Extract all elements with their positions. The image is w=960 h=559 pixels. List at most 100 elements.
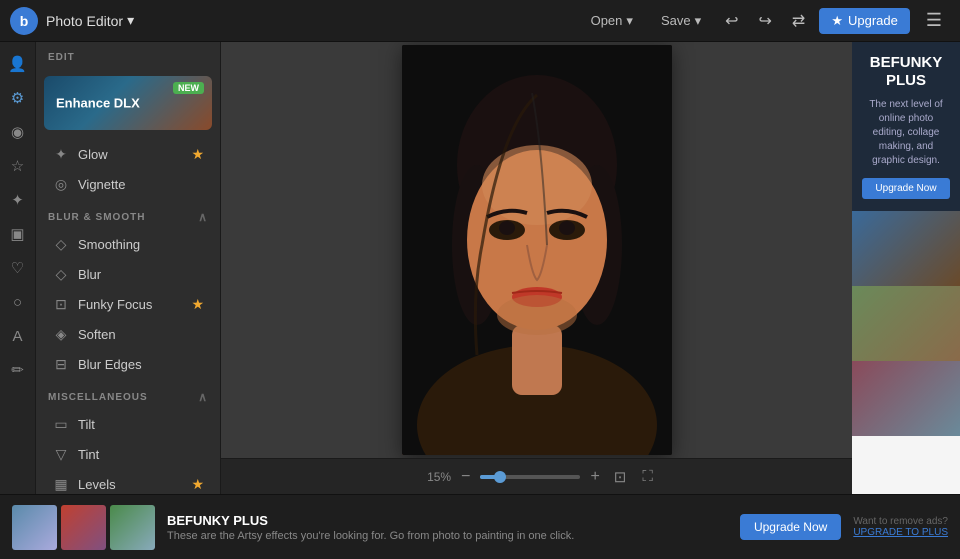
soften-item[interactable]: ◈ Soften <box>40 320 216 349</box>
glow-badge: ★ <box>191 146 204 163</box>
blur-label: Blur <box>78 267 101 282</box>
vignette-item[interactable]: ◎ Vignette <box>40 170 216 199</box>
upgrade-label: Upgrade <box>848 13 898 28</box>
menu-button[interactable]: ☰ <box>918 6 950 35</box>
upgrade-button[interactable]: ★ Upgrade <box>819 8 910 34</box>
blur-edges-label: Blur Edges <box>78 357 142 372</box>
redo-button[interactable]: ↪ <box>753 7 778 35</box>
zoom-percent: 15% <box>416 470 451 484</box>
glow-item[interactable]: ✦ Glow ★ <box>40 140 216 169</box>
canvas-container[interactable] <box>221 42 852 458</box>
zoom-slider-thumb <box>494 471 506 483</box>
rotate-button[interactable]: ⇄ <box>786 7 811 35</box>
bottom-ad-thumbnails <box>12 505 155 550</box>
icon-effects-button[interactable]: ✦ <box>4 186 32 214</box>
tilt-icon: ▭ <box>52 416 70 433</box>
ad-main-title: BEFUNKY PLUS <box>862 54 950 90</box>
title-dropdown-icon: ▾ <box>127 12 134 29</box>
upgrade-to-plus-link[interactable]: UPGRADE TO PLUS <box>853 527 948 538</box>
topbar: b Photo Editor ▾ Open ▾ Save ▾ ↩ ↪ ⇄ ★ U… <box>0 0 960 42</box>
icon-person-button[interactable]: 👤 <box>4 50 32 78</box>
zoom-minus-button[interactable]: − <box>459 468 472 486</box>
funky-focus-label: Funky Focus <box>78 297 152 312</box>
glow-icon: ✦ <box>52 146 70 163</box>
levels-label: Levels <box>78 477 116 492</box>
miscellaneous-section-title: MISCELLANEOUS ∧ <box>36 380 220 409</box>
zoom-plus-button[interactable]: + <box>588 468 601 486</box>
tint-label: Tint <box>78 447 99 462</box>
ad-main: BEFUNKY PLUS The next level of online ph… <box>852 42 960 211</box>
smoothing-icon: ◇ <box>52 236 70 253</box>
remove-ads-text: Want to remove ads? <box>853 516 948 527</box>
blur-icon: ◇ <box>52 266 70 283</box>
photo-frame <box>402 45 672 455</box>
misc-collapse-icon[interactable]: ∧ <box>198 390 208 404</box>
soften-icon: ◈ <box>52 326 70 343</box>
ad-upgrade-button[interactable]: Upgrade Now <box>862 178 950 199</box>
zoom-slider[interactable] <box>480 475 580 479</box>
tint-icon: ▽ <box>52 446 70 463</box>
blur-edges-icon: ⊟ <box>52 356 70 373</box>
icon-layers-button[interactable]: ▣ <box>4 220 32 248</box>
photo-svg <box>402 45 672 455</box>
bottom-upgrade-button[interactable]: Upgrade Now <box>740 514 841 540</box>
smoothing-item[interactable]: ◇ Smoothing <box>40 230 216 259</box>
levels-item[interactable]: ▦ Levels ★ <box>40 470 216 494</box>
edit-section-title: EDIT <box>36 42 220 68</box>
tint-item[interactable]: ▽ Tint <box>40 440 216 469</box>
icon-bar: 👤 ⚙ ◉ ☆ ✦ ▣ ♡ ○ A ✏ <box>0 42 36 494</box>
ad-thumb-1 <box>12 505 57 550</box>
app-title: Photo Editor ▾ <box>46 12 134 29</box>
bottom-ad-bar: BEFUNKY PLUS These are the Artsy effects… <box>0 494 960 559</box>
open-button[interactable]: Open ▾ <box>581 9 643 33</box>
open-label: Open <box>591 13 623 28</box>
ad-main-desc: The next level of online photo editing, … <box>862 98 950 168</box>
ad-thumb-3 <box>110 505 155 550</box>
bottom-ad-title: BEFUNKY PLUS <box>167 513 728 528</box>
save-label: Save <box>661 13 691 28</box>
blur-edges-item[interactable]: ⊟ Blur Edges <box>40 350 216 379</box>
icon-star-button[interactable]: ☆ <box>4 152 32 180</box>
soften-label: Soften <box>78 327 116 342</box>
levels-badge: ★ <box>191 476 204 493</box>
funky-focus-badge: ★ <box>191 296 204 313</box>
save-button[interactable]: Save ▾ <box>651 9 711 33</box>
undo-button[interactable]: ↩ <box>719 7 744 35</box>
icon-sliders-button[interactable]: ⚙ <box>4 84 32 112</box>
funky-focus-item[interactable]: ⊡ Funky Focus ★ <box>40 290 216 319</box>
bottom-ad-right: Want to remove ads? UPGRADE TO PLUS <box>853 516 948 538</box>
ad-thumb-2 <box>61 505 106 550</box>
ad-image-1 <box>852 211 960 286</box>
fit-screen-button[interactable]: ⊡ <box>610 466 631 488</box>
icon-shape-button[interactable]: ○ <box>4 288 32 316</box>
bottom-ad-desc: These are the Artsy effects you're looki… <box>167 530 728 542</box>
zoom-bar: 15% − + ⊡ ⛶ <box>221 458 852 494</box>
tilt-label: Tilt <box>78 417 95 432</box>
open-dropdown-icon: ▾ <box>626 13 633 29</box>
tilt-item[interactable]: ▭ Tilt <box>40 410 216 439</box>
canvas-area: 15% − + ⊡ ⛶ <box>221 42 852 494</box>
blur-item[interactable]: ◇ Blur <box>40 260 216 289</box>
smoothing-label: Smoothing <box>78 237 140 252</box>
ad-image-3 <box>852 361 960 436</box>
icon-brush-button[interactable]: ✏ <box>4 356 32 384</box>
icon-text-button[interactable]: A <box>4 322 32 350</box>
funky-focus-icon: ⊡ <box>52 296 70 313</box>
levels-icon: ▦ <box>52 476 70 493</box>
blur-smooth-collapse-icon[interactable]: ∧ <box>198 210 208 224</box>
vignette-icon: ◎ <box>52 176 70 193</box>
glow-label: Glow <box>78 147 108 162</box>
side-panel: EDIT Enhance DLX NEW ✦ Glow ★ ◎ Vignette… <box>36 42 221 494</box>
enhance-card-label: Enhance DLX <box>56 96 140 111</box>
blur-smooth-section-title: BLUR & SMOOTH ∧ <box>36 200 220 229</box>
ad-image-2 <box>852 286 960 361</box>
fullscreen-button[interactable]: ⛶ <box>638 466 657 487</box>
enhance-card[interactable]: Enhance DLX NEW <box>44 76 212 130</box>
right-ad-panel: BEFUNKY PLUS The next level of online ph… <box>852 42 960 494</box>
enhance-card-badge: NEW <box>173 82 204 94</box>
icon-eye-button[interactable]: ◉ <box>4 118 32 146</box>
app-logo: b <box>10 7 38 35</box>
bottom-ad-text: BEFUNKY PLUS These are the Artsy effects… <box>167 513 728 542</box>
upgrade-star-icon: ★ <box>831 13 843 29</box>
icon-heart-button[interactable]: ♡ <box>4 254 32 282</box>
